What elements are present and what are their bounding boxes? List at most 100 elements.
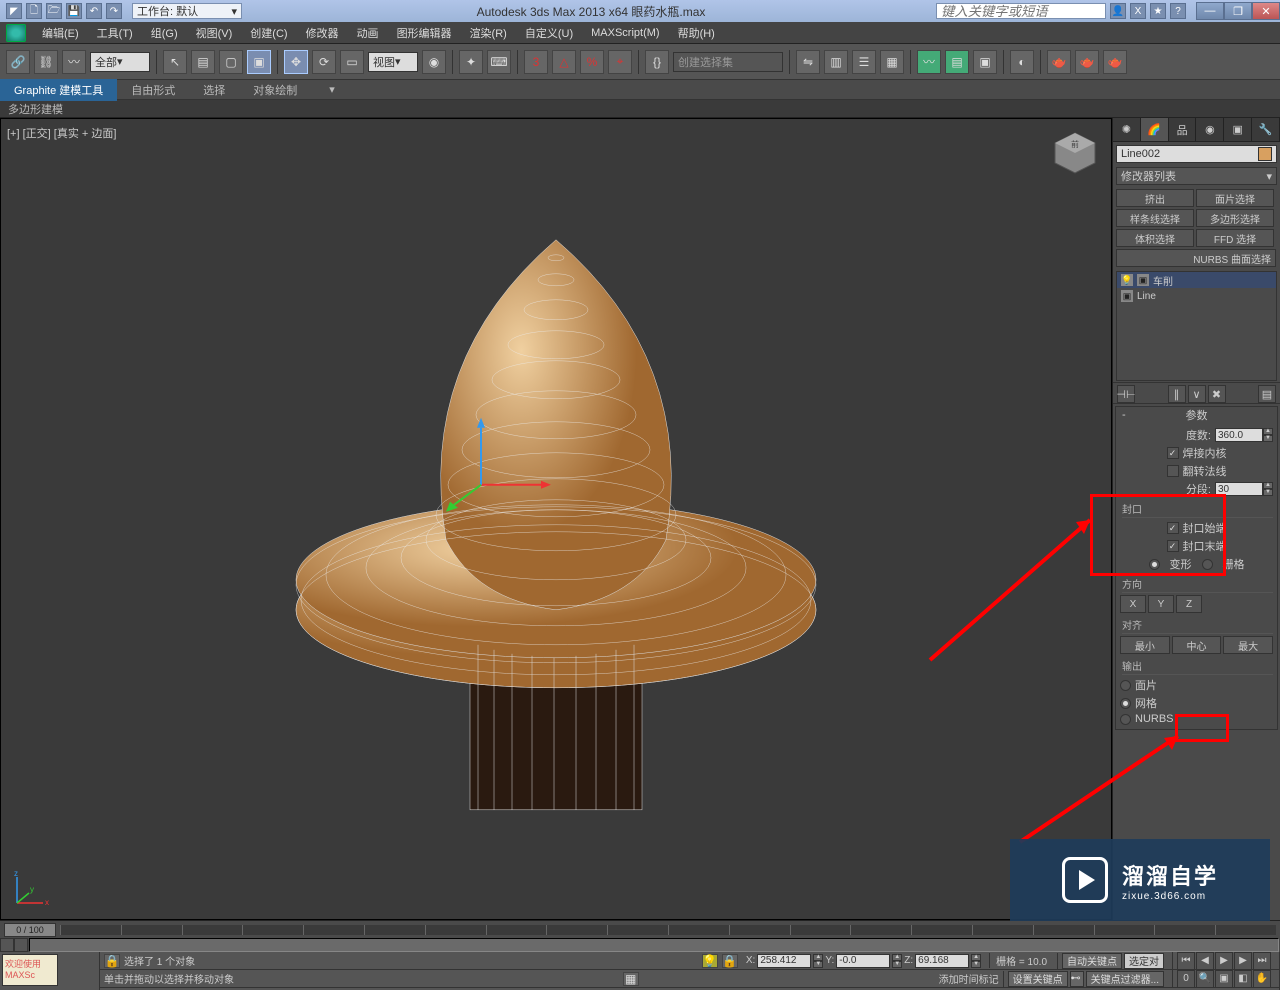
- menu-customize[interactable]: 自定义(U): [517, 23, 581, 43]
- make-unique-icon[interactable]: ∨: [1188, 385, 1206, 403]
- trackbar[interactable]: [0, 938, 1280, 952]
- redo-icon[interactable]: ↷: [106, 3, 122, 19]
- align-max-button[interactable]: 最大: [1223, 636, 1273, 654]
- menu-tools[interactable]: 工具(T): [89, 23, 141, 43]
- play-icon[interactable]: ▶: [1215, 952, 1233, 970]
- direction-z-button[interactable]: Z: [1176, 595, 1202, 613]
- favorite-icon[interactable]: ★: [1150, 3, 1166, 19]
- cap-start-checkbox[interactable]: [1167, 522, 1179, 534]
- pin-stack-icon[interactable]: ⊣⊢: [1117, 385, 1135, 403]
- pivot-center-icon[interactable]: ◉: [422, 50, 446, 74]
- render-frame-icon[interactable]: 🫖: [1075, 50, 1099, 74]
- minimize-button[interactable]: —: [1196, 2, 1224, 20]
- object-name-field[interactable]: Line002: [1116, 145, 1277, 163]
- rect-region-icon[interactable]: ▢: [219, 50, 243, 74]
- new-icon[interactable]: 🗋: [26, 3, 42, 19]
- menu-create[interactable]: 创建(C): [242, 23, 295, 43]
- object-color-swatch[interactable]: [1258, 147, 1272, 161]
- curve-editor-icon[interactable]: 〰: [917, 50, 941, 74]
- ribbon-tab-graphite[interactable]: Graphite 建模工具: [0, 79, 117, 101]
- angle-snap-icon[interactable]: △: [552, 50, 576, 74]
- material-editor-icon[interactable]: ◐: [1010, 50, 1034, 74]
- viewport-label[interactable]: [+] [正交] [真实 + 边面]: [7, 125, 116, 141]
- align-center-button[interactable]: 中心: [1172, 636, 1222, 654]
- tab-create-icon[interactable]: ✺: [1113, 118, 1141, 141]
- ribbon-tab-selection[interactable]: 选择: [189, 79, 239, 101]
- prev-frame-icon[interactable]: ◀: [1196, 952, 1214, 970]
- dope-sheet-icon[interactable]: ▤: [945, 50, 969, 74]
- maxscript-listener[interactable]: 欢迎使用 MAXSc: [2, 954, 58, 986]
- tab-modify-icon[interactable]: 🌈: [1141, 118, 1169, 141]
- app-menu-icon[interactable]: ◤: [6, 3, 22, 19]
- goto-end-icon[interactable]: ⏭: [1253, 952, 1271, 970]
- viewport[interactable]: [+] [正交] [真实 + 边面] 前: [0, 118, 1112, 920]
- z-coord-field[interactable]: Z:▲▼: [904, 954, 981, 968]
- tab-motion-icon[interactable]: ◉: [1196, 118, 1224, 141]
- bind-spacewarp-icon[interactable]: 〰: [62, 50, 86, 74]
- y-coord-field[interactable]: Y:▲▼: [825, 954, 902, 968]
- mirror-icon[interactable]: ⇋: [796, 50, 820, 74]
- ribbon-collapse-icon[interactable]: ▾: [315, 80, 349, 99]
- goto-start-icon[interactable]: ⏮: [1177, 952, 1195, 970]
- refcoord-dropdown[interactable]: 视图 ▾: [368, 52, 418, 72]
- menu-modifiers[interactable]: 修改器: [298, 23, 347, 43]
- open-icon[interactable]: 🗁: [46, 3, 62, 19]
- time-slider[interactable]: 0 / 100: [4, 923, 56, 937]
- cap-end-checkbox[interactable]: [1167, 540, 1179, 552]
- align-min-button[interactable]: 最小: [1120, 636, 1170, 654]
- configure-sets-icon[interactable]: ▤: [1258, 385, 1276, 403]
- modset-polysel[interactable]: 多边形选择: [1196, 209, 1274, 227]
- render-production-icon[interactable]: 🫖: [1103, 50, 1127, 74]
- weld-core-checkbox[interactable]: [1167, 447, 1179, 459]
- select-scale-icon[interactable]: ▭: [340, 50, 364, 74]
- unlink-icon[interactable]: ⛓: [34, 50, 58, 74]
- selection-lock-toggle-icon[interactable]: 🔒: [722, 954, 738, 968]
- stack-item-line[interactable]: ▣ Line: [1117, 288, 1276, 304]
- help-icon[interactable]: ?: [1170, 3, 1186, 19]
- exchange-icon[interactable]: X: [1130, 3, 1146, 19]
- undo-icon[interactable]: ↶: [86, 3, 102, 19]
- degrees-spinner[interactable]: ▲▼: [1215, 428, 1273, 442]
- select-move-icon[interactable]: ✥: [284, 50, 308, 74]
- percent-snap-icon[interactable]: %: [580, 50, 604, 74]
- menu-rendering[interactable]: 渲染(R): [462, 23, 515, 43]
- trackbar-menu-icon[interactable]: [0, 938, 14, 952]
- expand-icon[interactable]: ▣: [1137, 274, 1149, 286]
- modset-extrude[interactable]: 挤出: [1116, 189, 1194, 207]
- manipulate-icon[interactable]: ✦: [459, 50, 483, 74]
- save-icon[interactable]: 💾: [66, 3, 82, 19]
- lightbulb-icon[interactable]: 💡: [1121, 274, 1133, 286]
- keyboard-shortcut-icon[interactable]: ⌨: [487, 50, 511, 74]
- viewcube-icon[interactable]: 前: [1051, 129, 1099, 177]
- workspace-dropdown[interactable]: 工作台: 默认▾: [132, 3, 242, 19]
- signin-icon[interactable]: 👤: [1110, 3, 1126, 19]
- link-icon[interactable]: 🔗: [6, 50, 30, 74]
- grid-radio[interactable]: [1202, 559, 1213, 570]
- ribbon-tab-paint[interactable]: 对象绘制: [239, 79, 311, 101]
- trackbar-filter-icon[interactable]: [14, 938, 28, 952]
- menu-help[interactable]: 帮助(H): [670, 23, 723, 43]
- modifier-stack[interactable]: 💡 ▣ 车削 ▣ Line: [1116, 271, 1277, 381]
- show-end-result-icon[interactable]: ∥: [1168, 385, 1186, 403]
- tab-display-icon[interactable]: ▣: [1224, 118, 1252, 141]
- modset-splinesel[interactable]: 样条线选择: [1116, 209, 1194, 227]
- edit-named-sets-icon[interactable]: {}: [645, 50, 669, 74]
- direction-y-button[interactable]: Y: [1148, 595, 1174, 613]
- output-nurbs-radio[interactable]: [1120, 714, 1131, 725]
- output-patch-radio[interactable]: [1120, 680, 1131, 691]
- select-object-icon[interactable]: ↖: [163, 50, 187, 74]
- modset-ffdsel[interactable]: FFD 选择: [1196, 229, 1274, 247]
- flip-normals-checkbox[interactable]: [1167, 465, 1179, 477]
- segments-spinner[interactable]: ▲▼: [1215, 482, 1273, 496]
- stack-item-lathe[interactable]: 💡 ▣ 车削: [1117, 272, 1276, 288]
- select-rotate-icon[interactable]: ⟳: [312, 50, 336, 74]
- remove-modifier-icon[interactable]: ✖: [1208, 385, 1226, 403]
- next-frame-icon[interactable]: ▶: [1234, 952, 1252, 970]
- rollout-title[interactable]: 参数: [1116, 407, 1277, 423]
- modifier-list-dropdown[interactable]: 修改器列表▾: [1116, 167, 1277, 185]
- keymode-dropdown[interactable]: 选定对: [1124, 953, 1164, 969]
- direction-x-button[interactable]: X: [1120, 595, 1146, 613]
- ribbon-tab-freeform[interactable]: 自由形式: [117, 79, 189, 101]
- layer-manager-icon[interactable]: ☰: [852, 50, 876, 74]
- window-crossing-icon[interactable]: ▣: [247, 50, 271, 74]
